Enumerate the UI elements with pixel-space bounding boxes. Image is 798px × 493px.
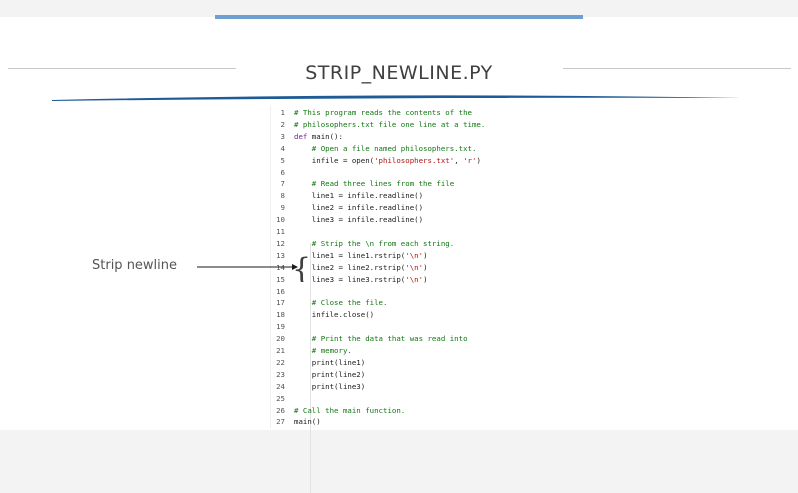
line-number: 25: [276, 393, 285, 403]
code-text: line1 = infile.readline(): [294, 191, 424, 201]
line-number: 22: [276, 357, 285, 367]
code-text: # philosophers.txt file one line at a ti…: [294, 119, 486, 129]
code-line: 16: [271, 286, 294, 298]
line-number: 16: [276, 286, 285, 296]
code-text: print(line1): [294, 357, 366, 367]
top-accent-bar: [215, 15, 583, 19]
code-text: line2 = infile.readline(): [294, 203, 424, 213]
code-text: # Read three lines from the file: [294, 179, 455, 189]
code-line: 7 # Read three lines from the file: [271, 178, 455, 190]
code-text: # Strip the \n from each string.: [294, 238, 455, 248]
code-text: # This program reads the contents of the: [294, 108, 472, 117]
line-number: 3: [280, 131, 285, 141]
code-text: print(line3): [294, 381, 366, 391]
code-line: 2 # philosophers.txt file one line at a t…: [271, 119, 486, 131]
code-line: 20 # Print the data that was read into: [271, 333, 468, 345]
line-number: 18: [276, 310, 285, 320]
code-line: 5 infile = open('philosophers.txt', 'r'): [271, 155, 481, 167]
code-text: # Call the main function.: [294, 405, 406, 415]
line-number: 9: [280, 203, 285, 213]
line-number: 27: [276, 417, 285, 427]
code-text: main(): [294, 417, 321, 427]
line-number: 5: [280, 155, 285, 165]
line-number: 7: [280, 179, 285, 189]
line-number: 6: [280, 167, 285, 177]
code-line: 19: [271, 321, 294, 333]
code-text: # Print the data that was read into: [294, 334, 468, 344]
code-line: 18 infile.close(): [271, 309, 374, 321]
code-text: infile = open('philosophers.txt', 'r'): [294, 155, 481, 165]
annotation-arrow: {: [197, 252, 311, 282]
line-number: 20: [276, 334, 285, 344]
line-number: 17: [276, 298, 285, 308]
line-number: 12: [276, 238, 285, 248]
code-line: 8 line1 = infile.readline(): [271, 190, 424, 202]
code-line: 4 # Open a file named philosophers.txt.: [271, 143, 477, 155]
code-line: 1 # This program reads the contents of th…: [271, 107, 472, 119]
code-text: def main():: [294, 131, 343, 141]
code-line: 10 line3 = infile.readline(): [271, 214, 423, 226]
code-line: 12 # Strip the \n from each string.: [271, 238, 454, 250]
line-number: 19: [276, 322, 285, 332]
title-rule-right: [563, 68, 791, 69]
code-line: 25: [271, 393, 294, 405]
line-number: 24: [276, 381, 285, 391]
code-line: 9 line2 = infile.readline(): [271, 202, 424, 214]
line-number: 23: [276, 369, 285, 379]
line-number: 11: [276, 227, 285, 236]
title-underline: [52, 95, 742, 101]
code-text: # Open a file named philosophers.txt.: [294, 143, 477, 153]
code-text: # Close the file.: [294, 298, 388, 308]
line-number: 2: [280, 119, 285, 129]
code-line: 17 # Close the file.: [271, 297, 387, 309]
svg-text:{: {: [292, 252, 311, 282]
code-line: 11: [271, 226, 294, 238]
code-line: 21 # memory.: [271, 345, 352, 357]
code-text: infile.close(): [294, 310, 375, 320]
code-text: print(line2): [294, 369, 366, 379]
line-number: 8: [280, 191, 285, 201]
code-line: 27 main(): [271, 416, 321, 428]
line-number: 21: [276, 346, 285, 355]
annotation-label: Strip newline: [92, 258, 178, 273]
code-line: 6: [271, 167, 294, 179]
line-number: 26: [276, 405, 285, 415]
code-line: 24 print(line3): [271, 381, 365, 393]
code-line: 26 # Call the main function.: [271, 405, 405, 417]
line-number: 4: [280, 143, 285, 153]
line-number: 10: [276, 215, 285, 225]
code-line: 22 print(line1): [271, 357, 365, 369]
code-text: # memory.: [294, 346, 352, 355]
code-text: line3 = infile.readline(): [294, 215, 424, 225]
line-number: 1: [280, 108, 285, 117]
code-line: 23 print(line2): [271, 369, 365, 381]
code-line: 3 def main():: [271, 131, 343, 143]
title-rule-left: [8, 68, 236, 69]
slide-title: STRIP_NEWLINE.PY: [305, 62, 493, 84]
